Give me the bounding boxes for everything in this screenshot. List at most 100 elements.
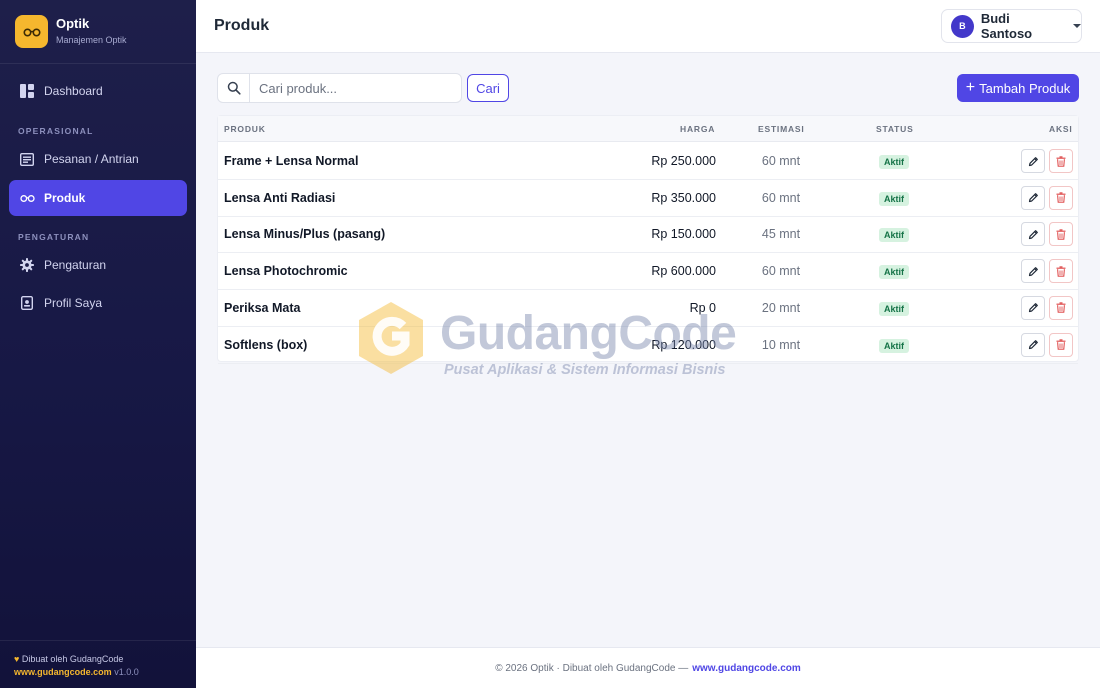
delete-button[interactable]	[1049, 259, 1073, 284]
brand[interactable]: Optik Manajemen Optik	[0, 0, 196, 64]
product-name: Lensa Photochromic	[224, 264, 348, 279]
footer-text: © 2026 Optik · Dibuat oleh GudangCode —	[495, 662, 689, 674]
table-header: PRODUK HARGA ESTIMASI STATUS AKSI	[218, 116, 1078, 142]
trash-icon	[1056, 265, 1066, 277]
sidebar-item-dashboard[interactable]: Dashboard	[9, 73, 187, 109]
column-header-price: HARGA	[680, 124, 716, 134]
credit-line: ♥ Dibuat oleh GudangCode	[14, 653, 182, 666]
gudangcode-link[interactable]: www.gudangcode.com	[14, 667, 112, 677]
search-group	[217, 73, 462, 103]
brand-logo	[15, 15, 48, 48]
product-table: PRODUK HARGA ESTIMASI STATUS AKSI Frame …	[217, 115, 1079, 364]
product-estimate: 60 mnt	[761, 264, 801, 279]
watermark-subtitle: Pusat Aplikasi & Sistem Informasi Bisnis	[444, 362, 726, 378]
status-badge: Aktif	[879, 265, 909, 280]
add-product-button[interactable]: + Tambah Produk	[957, 74, 1079, 102]
gear-icon	[19, 257, 35, 273]
delete-button[interactable]	[1049, 222, 1073, 247]
sidebar-item-produk[interactable]: Produk	[9, 180, 187, 216]
product-price: Rp 600.000	[651, 264, 716, 279]
sidebar-item-label: Profil Saya	[44, 296, 103, 310]
edit-button[interactable]	[1021, 185, 1045, 210]
status-badge: Aktif	[879, 301, 909, 316]
status-badge: Aktif	[879, 338, 909, 353]
status-badge: Aktif	[879, 155, 909, 169]
sidebar-item-pesanan[interactable]: Pesanan / Antrian	[9, 141, 187, 177]
product-name: Periksa Mata	[224, 300, 301, 315]
sidebar-item-label: Pengaturan	[44, 258, 107, 272]
product-price: Rp 350.000	[651, 190, 716, 205]
page-title: Produk	[214, 17, 270, 34]
table-row: Lensa Photochromic Rp 600.000 60 mnt Aktif	[218, 253, 1078, 291]
sidebar-item-profil[interactable]: Profil Saya	[9, 285, 187, 321]
user-menu-button[interactable]: B Budi Santoso	[941, 9, 1082, 43]
table-row: Lensa Anti Radiasi Rp 350.000 60 mnt Aktif	[218, 180, 1078, 217]
pencil-icon	[1028, 266, 1038, 276]
pencil-icon	[1028, 303, 1038, 313]
credit-text: Dibuat oleh GudangCode	[21, 654, 124, 664]
sidebar-item-label: Dashboard	[44, 84, 103, 98]
product-estimate: 60 mnt	[761, 154, 801, 168]
delete-button[interactable]	[1049, 185, 1073, 210]
product-name: Lensa Minus/Plus (pasang)	[224, 227, 386, 242]
table-row: Softlens (box) Rp 120.000 10 mnt Aktif	[218, 327, 1078, 364]
edit-button[interactable]	[1021, 332, 1045, 357]
id-badge-icon	[19, 295, 35, 311]
delete-button[interactable]	[1049, 149, 1073, 173]
search-input[interactable]	[250, 74, 461, 102]
delete-button[interactable]	[1049, 332, 1073, 357]
glasses-icon	[19, 190, 35, 206]
pencil-icon	[1028, 156, 1038, 166]
edit-button[interactable]	[1021, 149, 1045, 173]
sidebar-item-pengaturan[interactable]: Pengaturan	[9, 247, 187, 283]
avatar: B	[951, 14, 974, 38]
edit-button[interactable]	[1021, 259, 1045, 284]
trash-icon	[1056, 155, 1066, 167]
pencil-icon	[1028, 340, 1038, 350]
sidebar: Optik Manajemen Optik Dashboard OPERASIO…	[0, 0, 196, 688]
chevron-down-icon	[1073, 24, 1081, 28]
product-name: Frame + Lensa Normal	[224, 154, 359, 168]
sidebar-item-label: Pesanan / Antrian	[44, 152, 139, 166]
search-icon	[218, 74, 250, 102]
product-estimate: 45 mnt	[761, 227, 801, 242]
plus-icon: +	[965, 79, 976, 96]
top-header: Produk B Budi Santoso	[196, 0, 1100, 53]
user-name: Budi Santoso	[980, 11, 1033, 41]
pencil-icon	[1028, 193, 1038, 203]
footer-link[interactable]: www.gudangcode.com	[692, 663, 801, 674]
product-name: Softlens (box)	[224, 337, 308, 352]
status-badge: Aktif	[879, 191, 909, 206]
delete-button[interactable]	[1049, 295, 1073, 320]
column-header-estimate: ESTIMASI	[758, 124, 805, 134]
glasses-icon	[22, 27, 41, 37]
heart-icon: ♥	[14, 654, 20, 664]
brand-title: Optik	[56, 16, 90, 31]
column-header-status: STATUS	[876, 124, 914, 134]
search-button[interactable]: Cari	[467, 74, 509, 102]
product-price: Rp 150.000	[651, 227, 716, 242]
trash-icon	[1056, 229, 1066, 240]
product-price: Rp 120.000	[651, 337, 716, 352]
edit-button[interactable]	[1021, 222, 1045, 247]
column-header-product: PRODUK	[224, 124, 266, 134]
product-name: Lensa Anti Radiasi	[224, 190, 336, 205]
trash-icon	[1056, 339, 1066, 350]
trash-icon	[1056, 192, 1066, 203]
edit-button[interactable]	[1021, 295, 1045, 320]
table-row: Frame + Lensa Normal Rp 250.000 60 mnt Akti…	[218, 143, 1078, 180]
product-price: Rp 250.000	[651, 154, 716, 168]
credit-link-line: www.gudangcode.com v1.0.0	[14, 666, 182, 679]
product-estimate: 10 mnt	[761, 337, 801, 352]
brand-subtitle: Manajemen Optik	[56, 35, 127, 45]
product-estimate: 60 mnt	[761, 190, 801, 205]
trash-icon	[1056, 302, 1066, 314]
nav-section-pengaturan: PENGATURAN	[18, 232, 90, 242]
nav-section-operasional: OPERASIONAL	[18, 126, 94, 136]
add-product-label: Tambah Produk	[979, 80, 1071, 96]
sidebar-item-label: Produk	[44, 191, 86, 205]
page-footer: © 2026 Optik · Dibuat oleh GudangCode — …	[196, 647, 1100, 688]
status-badge: Aktif	[879, 228, 909, 243]
product-price: Rp 0	[689, 300, 716, 315]
table-row: Lensa Minus/Plus (pasang) Rp 150.000 45 mn…	[218, 216, 1078, 254]
